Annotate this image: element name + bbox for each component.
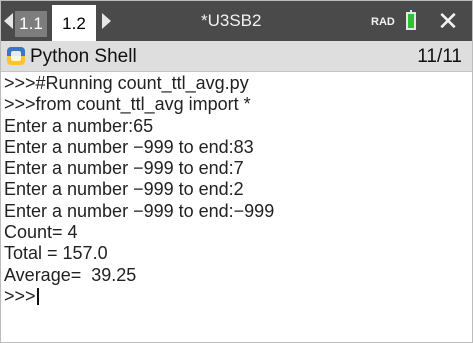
next-page-arrow-icon[interactable] [102, 13, 111, 29]
console-line: Enter a number −999 to end:83 [4, 136, 254, 157]
tab-bar: 1.1 1.2 *U3SB2 RAD ✕ [1, 1, 472, 41]
console-line: Count= 4 [4, 222, 78, 243]
angle-mode-indicator: RAD [371, 16, 395, 28]
console-line: Enter a number −999 to end:−999 [4, 200, 275, 221]
console-line: Average= 39.25 [4, 264, 137, 285]
shell-header: Python Shell 11/11 [1, 41, 472, 72]
console-prompt: >>> [4, 285, 36, 306]
document-title: *U3SB2 [201, 11, 262, 30]
close-icon[interactable]: ✕ [428, 1, 468, 41]
console-line: Total = 157.0 [4, 243, 108, 264]
console-line: Enter a number −999 to end:7 [4, 158, 244, 179]
text-cursor [36, 287, 39, 305]
tab-1-1[interactable]: 1.1 [15, 11, 47, 37]
shell-console[interactable]: >>>#Running count_ttl_avg.py >>>from cou… [4, 73, 470, 307]
shell-title: Python Shell [30, 46, 137, 67]
previous-page-arrow-icon[interactable] [4, 13, 13, 29]
console-line: Enter a number:65 [4, 115, 154, 136]
calculator-screen: 1.1 1.2 *U3SB2 RAD ✕ Python Shell 11/11 … [0, 0, 473, 343]
battery-icon [406, 10, 416, 30]
console-line: Enter a number −999 to end:2 [4, 179, 244, 200]
console-input-line[interactable]: >>> [4, 286, 470, 307]
page-indicator: 11/11 [417, 46, 462, 67]
console-line: >>>#Running count_ttl_avg.py [4, 73, 249, 93]
python-logo-icon [7, 47, 25, 65]
console-line: >>>from count_ttl_avg import * [4, 94, 251, 115]
tab-1-2[interactable]: 1.2 [52, 5, 96, 41]
